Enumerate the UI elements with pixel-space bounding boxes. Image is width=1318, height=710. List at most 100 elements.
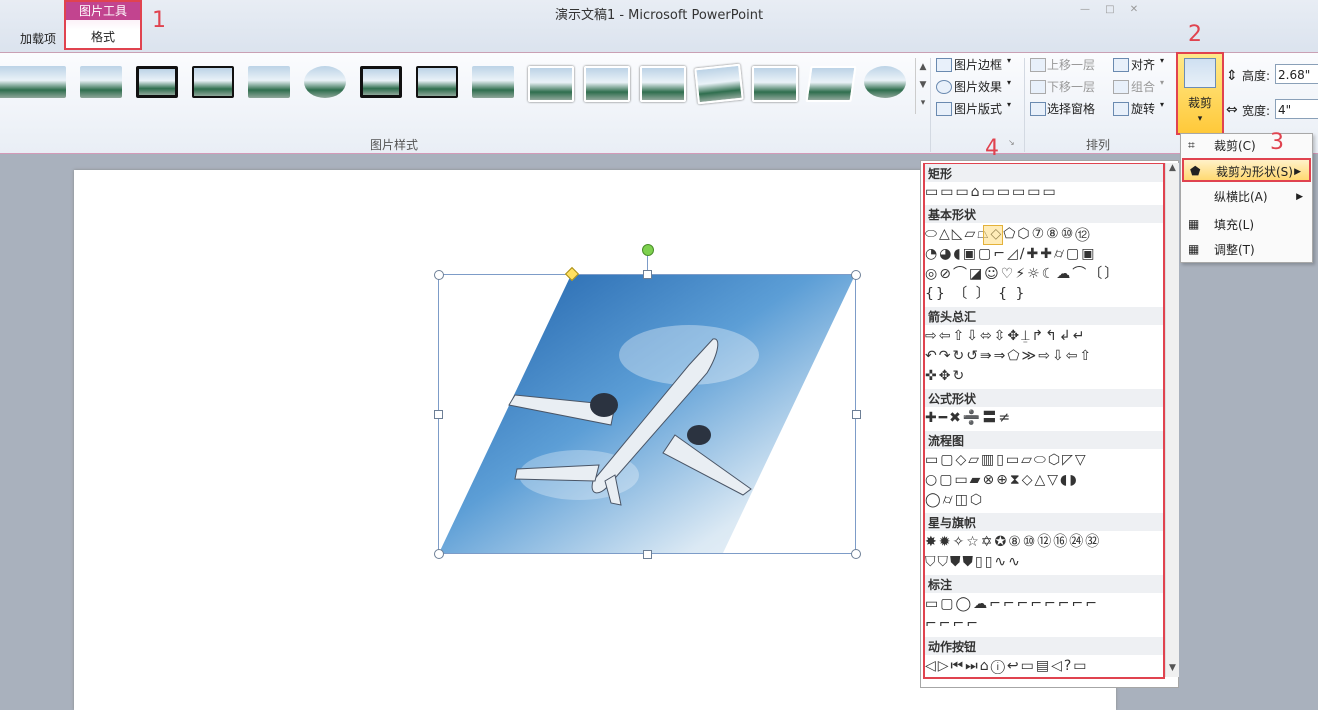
group-label-arrange: 排列 (1086, 138, 1111, 152)
picture-style-thumb[interactable] (752, 66, 798, 102)
menu-item-fill[interactable]: ▦ 填充(L) (1182, 213, 1311, 237)
selection-frame (438, 274, 856, 554)
picture-style-thumb[interactable] (304, 66, 346, 98)
picture-style-thumb[interactable] (136, 66, 178, 98)
picture-style-thumb[interactable] (528, 66, 574, 102)
shape-row-equation[interactable]: ✚━✖➗〓≠ (925, 409, 1012, 427)
picture-style-thumb[interactable] (360, 66, 402, 98)
resize-handle-ne[interactable] (851, 270, 861, 280)
width-icon: ⇔ (1226, 102, 1238, 118)
shape-row-stars[interactable]: ✸✹✧☆✡✪⑧⑩⑫⑯㉔㉜ (925, 533, 1101, 551)
resize-handle-w[interactable] (434, 410, 443, 419)
align-icon (1113, 58, 1129, 72)
shape-row-arrows[interactable]: ✜✥↻ (925, 367, 966, 385)
picture-border-button[interactable]: 图片边框 (954, 56, 1002, 73)
shape-row-flowchart[interactable]: ▭▢◇▱▥▯▭▱⬭⬡◸▽ (925, 451, 1088, 469)
rotation-handle[interactable] (642, 244, 654, 256)
align-button[interactable]: 对齐 (1131, 56, 1155, 73)
picture-style-thumb[interactable] (584, 66, 630, 102)
resize-handle-s[interactable] (643, 550, 652, 559)
shape-row-basic[interactable]: ◎⊘⌒◪☺♡⚡☼☾☁⌒〔〕 (925, 265, 1120, 283)
tab-addins[interactable]: 加载项 (20, 30, 56, 47)
shape-row-callouts[interactable]: ⌐⌐⌐⌐ (925, 615, 980, 633)
group-button[interactable]: 组合 (1131, 78, 1155, 95)
picture-style-thumb[interactable] (24, 66, 66, 98)
shape-row-stars[interactable]: ⛉⛉⛊⛊▯▯∿∿ (925, 553, 1022, 571)
chevron-down-icon: ▾ (1007, 100, 1012, 109)
bring-forward-icon (1030, 58, 1046, 72)
picture-style-thumb[interactable] (192, 66, 234, 98)
shape-row-flowchart[interactable]: ○▢▭▰⊗⊕⧗◇△▽◖◗ (925, 471, 1079, 489)
selection-pane-icon (1030, 102, 1046, 116)
bring-forward-button[interactable]: 上移一层 (1047, 56, 1095, 73)
picture-style-thumb[interactable] (864, 66, 906, 98)
chevron-down-icon: ▾ (1197, 114, 1203, 124)
resize-handle-n[interactable] (643, 270, 652, 279)
callout-3: 3 (1270, 130, 1284, 155)
selection-pane-button[interactable]: 选择窗格 (1047, 100, 1095, 117)
menu-item-crop-to-shape-label: 裁剪为形状(S) (1216, 165, 1293, 179)
send-backward-icon (1030, 80, 1046, 94)
height-input[interactable]: 2.68" (1275, 64, 1318, 84)
category-header-bg (925, 164, 1163, 182)
resize-handle-nw[interactable] (434, 270, 444, 280)
picture-layout-icon (936, 102, 952, 116)
gallery-scroll[interactable]: ▲ ▼ ▾ (915, 58, 930, 114)
submenu-arrow-icon: ▶ (1296, 192, 1303, 202)
height-icon: ⇕ (1226, 68, 1238, 84)
parallelogram-shape-selected[interactable] (983, 225, 1003, 245)
width-label: 宽度: (1242, 104, 1271, 118)
rotate-button[interactable]: 旋转 (1131, 100, 1155, 117)
crop-button-label: 裁剪 (1187, 96, 1212, 110)
shape-row-arrows[interactable]: ↶↷↻↺⇛⇒⬠≫⇨⇩⇦⇧ (925, 347, 1093, 365)
picture-style-thumb[interactable] (248, 66, 290, 98)
resize-handle-se[interactable] (851, 549, 861, 559)
send-backward-button[interactable]: 下移一层 (1047, 78, 1095, 95)
shape-row-basic[interactable]: {} 〔 〕 { } (925, 285, 1026, 303)
tab-format[interactable]: 格式 (66, 28, 140, 45)
picture-style-thumb[interactable] (80, 66, 122, 98)
shape-row-rectangles[interactable]: ▭▭▭⌂▭▭▭▭▭ (925, 183, 1058, 201)
resize-handle-e[interactable] (852, 410, 861, 419)
chevron-down-icon: ▾ (1160, 100, 1165, 109)
dialog-launcher-icon[interactable]: ↘ (1008, 138, 1015, 147)
shape-row-basic[interactable]: ⬭△◺▱⏢◇⬠⬡⑦⑧⑩⑫ (925, 225, 1092, 243)
shape-row-action-buttons[interactable]: ◁▷⏮⏭⌂ⓘ↩▭▤◁?▭ (925, 657, 1089, 675)
rotate-icon (1113, 102, 1129, 116)
shape-row-flowchart[interactable]: ◯⌭◫⬡ (925, 491, 984, 509)
menu-item-aspect-ratio[interactable]: 纵横比(A) ▶ (1182, 185, 1311, 209)
submenu-arrow-icon: ▶ (1294, 167, 1301, 177)
shapes-gallery-scrollbar[interactable]: ▲ ▼ (1165, 163, 1179, 677)
shape-row-arrows[interactable]: ⇨⇦⇧⇩⬄⇳✥⍊↱↰↲↵ (925, 327, 1086, 345)
menu-item-fill-label: 填充(L) (1214, 218, 1255, 232)
picture-style-thumb[interactable] (694, 63, 744, 105)
picture-effects-button[interactable]: 图片效果 (954, 78, 1002, 95)
category-callouts: 标注 (928, 578, 953, 592)
picture-style-thumb[interactable] (640, 66, 686, 102)
group-label-picture-styles: 图片样式 (370, 138, 419, 152)
menu-item-crop[interactable]: ⌗ 裁剪(C) (1182, 134, 1311, 158)
shape-row-callouts[interactable]: ▭▢◯☁⌐⌐⌐⌐⌐⌐⌐⌐ (925, 595, 1099, 613)
picture-style-thumb[interactable] (472, 66, 514, 98)
menu-item-fit[interactable]: ▦ 调整(T) (1182, 238, 1311, 262)
category-rectangles: 矩形 (928, 167, 953, 181)
menu-item-crop-label: 裁剪(C) (1214, 139, 1256, 153)
group-icon (1113, 80, 1129, 94)
picture-style-thumb[interactable] (805, 66, 857, 102)
width-input[interactable]: 4" (1275, 99, 1318, 119)
ribbon-separator (930, 58, 931, 152)
window-controls[interactable]: — □ ✕ (1080, 4, 1144, 15)
picture-style-thumb[interactable] (416, 66, 458, 98)
shape-icon: ⬟ (1190, 164, 1201, 178)
menu-item-crop-to-shape[interactable]: ⬟ 裁剪为形状(S) ▶ (1182, 158, 1311, 182)
picture-layout-button[interactable]: 图片版式 (954, 100, 1002, 117)
ribbon-separator (1024, 58, 1025, 152)
crop-icon (1184, 58, 1216, 88)
picture-border-icon (936, 58, 952, 72)
chevron-down-icon: ▾ (1007, 78, 1012, 87)
callout-1: 1 (152, 8, 166, 33)
resize-handle-sw[interactable] (434, 549, 444, 559)
shape-row-basic[interactable]: ◔◕◖▣▢⌐◿∕✚✚⌭▢▣ (925, 245, 1096, 263)
menu-item-aspect-ratio-label: 纵横比(A) (1214, 190, 1268, 204)
chevron-down-icon: ▾ (1160, 56, 1165, 65)
